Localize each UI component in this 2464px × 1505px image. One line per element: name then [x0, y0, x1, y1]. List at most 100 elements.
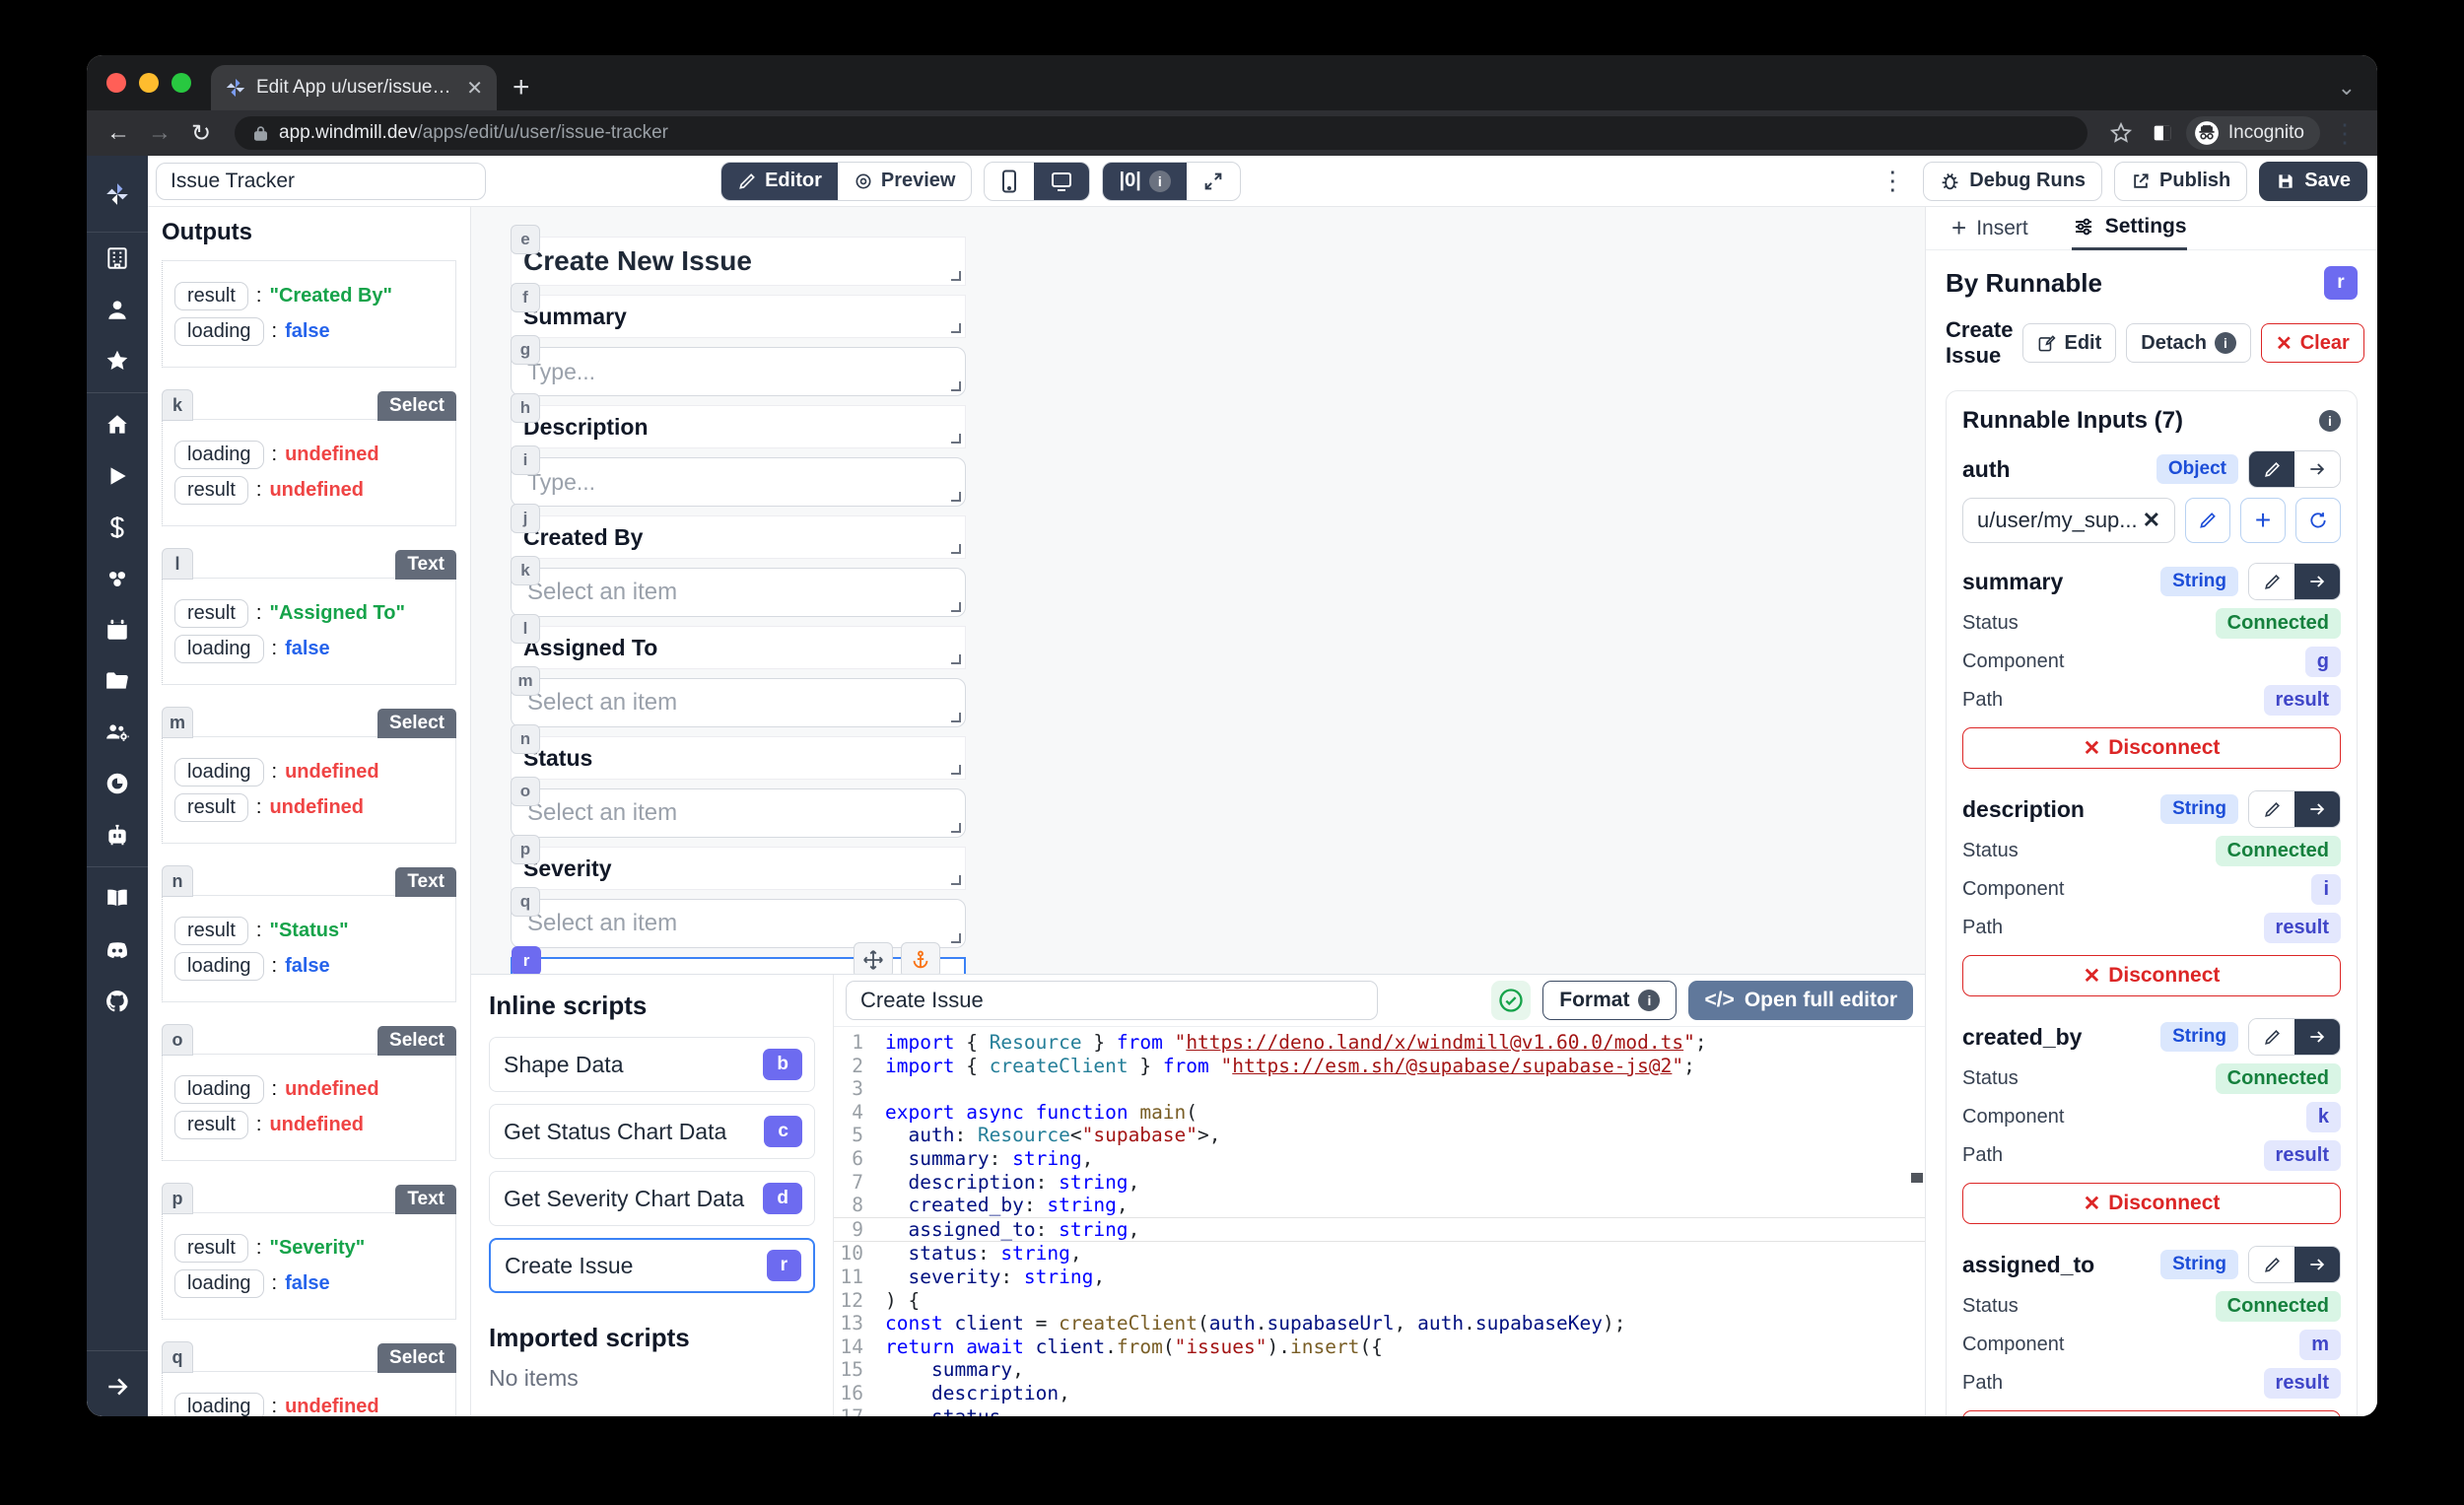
component-id-badge[interactable]: k: [511, 556, 540, 585]
sidebar-item-play[interactable]: [87, 450, 148, 502]
select-component[interactable]: kSelect an item: [511, 568, 966, 617]
component-id-badge[interactable]: i: [511, 445, 540, 475]
output-component-id[interactable]: q: [162, 1341, 193, 1373]
side-panel-icon[interactable]: [2145, 122, 2180, 144]
sidebar-item-user-group-gear[interactable]: [87, 707, 148, 758]
maximize-window-icon[interactable]: [171, 73, 191, 93]
edit-resource-button[interactable]: [2185, 498, 2230, 543]
resize-handle[interactable]: [951, 434, 961, 444]
disconnect-button[interactable]: ✕Disconnect: [1962, 727, 2341, 769]
inline-script-item[interactable]: Get Status Chart Datac: [489, 1104, 815, 1159]
minimize-window-icon[interactable]: [139, 73, 159, 93]
back-icon[interactable]: ←: [101, 119, 136, 147]
code-line[interactable]: 1import { Resource } from "https://deno.…: [834, 1031, 1925, 1055]
code-line[interactable]: 17 status,: [834, 1405, 1925, 1417]
output-entry[interactable]: loading:false: [174, 635, 444, 663]
output-entry[interactable]: result:undefined: [174, 793, 444, 822]
publish-button[interactable]: Publish: [2114, 162, 2247, 201]
output-component-id[interactable]: p: [162, 1183, 193, 1214]
resize-handle[interactable]: [951, 654, 961, 664]
app-name-input[interactable]: [156, 163, 486, 200]
connect-mode-button[interactable]: [2294, 1247, 2340, 1282]
open-full-editor-button[interactable]: </> Open full editor: [1688, 981, 1913, 1020]
refresh-resource-button[interactable]: [2295, 498, 2341, 543]
resize-handle[interactable]: [951, 323, 961, 333]
disconnect-button[interactable]: ✕Disconnect: [1962, 955, 2341, 996]
desktop-view-button[interactable]: [1034, 163, 1089, 200]
static-mode-button[interactable]: [2249, 564, 2294, 599]
code-line[interactable]: 14return await client.from("issues").ins…: [834, 1335, 1925, 1359]
resize-handle[interactable]: [951, 933, 961, 943]
output-entry[interactable]: result:"Status": [174, 917, 444, 945]
component-id-badge[interactable]: m: [511, 666, 540, 696]
resize-handle[interactable]: [951, 544, 961, 554]
new-tab-icon[interactable]: +: [513, 73, 530, 103]
output-entry[interactable]: result:"Created By": [174, 282, 444, 310]
label-component[interactable]: jCreated By: [511, 515, 966, 559]
output-entry[interactable]: loading:undefined: [174, 1075, 444, 1104]
output-component-id[interactable]: n: [162, 865, 193, 897]
resize-handle[interactable]: [951, 381, 961, 391]
code-line[interactable]: 5 auth: Resource<"supabase">,: [834, 1124, 1925, 1147]
disconnect-button[interactable]: ✕Disconnect: [1962, 1410, 2341, 1416]
select-component[interactable]: qSelect an item: [511, 899, 966, 948]
save-button[interactable]: Save: [2259, 162, 2367, 201]
alignment-button[interactable]: |0| i: [1103, 163, 1186, 200]
close-tab-icon[interactable]: ✕: [466, 76, 483, 101]
component-id-badge[interactable]: h: [511, 393, 540, 423]
label-component[interactable]: pSeverity: [511, 847, 966, 890]
resize-handle[interactable]: [951, 602, 961, 612]
sidebar-item-folder[interactable]: [87, 655, 148, 707]
code-area[interactable]: 1import { Resource } from "https://deno.…: [834, 1026, 1925, 1416]
component-id-badge[interactable]: n: [511, 724, 540, 754]
reload-icon[interactable]: ↻: [183, 119, 219, 148]
bookmark-star-icon[interactable]: [2103, 121, 2139, 145]
add-resource-button[interactable]: +: [2240, 498, 2286, 543]
component-id-badge[interactable]: q: [511, 887, 540, 917]
move-handle[interactable]: [854, 942, 893, 974]
browser-tab[interactable]: Edit App u/user/issue-tracker | ✕: [211, 65, 497, 110]
sidebar-item-calendar[interactable]: [87, 604, 148, 655]
connect-mode-button[interactable]: [2294, 1019, 2340, 1055]
output-component-id[interactable]: l: [162, 548, 193, 580]
output-entry[interactable]: loading:undefined: [174, 758, 444, 787]
editor-scrollbar[interactable]: [1911, 1173, 1923, 1183]
component-id-badge[interactable]: o: [511, 777, 540, 806]
resize-handle[interactable]: [951, 492, 961, 502]
sidebar-item-discord[interactable]: [87, 924, 148, 976]
output-entry[interactable]: result:"Severity": [174, 1234, 444, 1263]
connect-mode-button[interactable]: [2294, 451, 2340, 487]
url-bar[interactable]: app.windmill.dev/apps/edit/u/user/issue-…: [235, 116, 2088, 150]
resource-picker-input[interactable]: u/user/my_sup...✕: [1962, 498, 2175, 543]
inline-script-item[interactable]: Get Severity Chart Datad: [489, 1171, 815, 1226]
component-id-badge[interactable]: g: [511, 335, 540, 365]
forward-icon[interactable]: →: [142, 119, 177, 147]
code-line[interactable]: 8 created_by: string,: [834, 1194, 1925, 1217]
tab-search-chevron-icon[interactable]: ⌄: [2338, 75, 2377, 110]
editor-mode-button[interactable]: Editor: [721, 163, 838, 200]
code-line[interactable]: 2import { createClient } from "https://e…: [834, 1055, 1925, 1078]
sidebar-item-eye[interactable]: [87, 758, 148, 809]
app-canvas[interactable]: eCreate New IssuefSummarygType...hDescri…: [471, 207, 1925, 974]
output-entry[interactable]: loading:false: [174, 1269, 444, 1298]
static-mode-button[interactable]: [2249, 451, 2294, 487]
sidebar-item-dollar[interactable]: [87, 502, 148, 553]
button-component-selected[interactable]: r Create Issue: [511, 957, 966, 974]
resize-handle[interactable]: [951, 875, 961, 885]
resize-handle[interactable]: [951, 823, 961, 833]
label-component[interactable]: fSummary: [511, 295, 966, 338]
output-component-id[interactable]: k: [162, 389, 193, 421]
preview-mode-button[interactable]: Preview: [838, 163, 972, 200]
component-id-badge[interactable]: r: [512, 946, 541, 974]
label-component[interactable]: lAssigned To: [511, 626, 966, 669]
anchor-icon[interactable]: [901, 942, 940, 974]
mobile-view-button[interactable]: [985, 163, 1034, 200]
output-entry[interactable]: result:"Assigned To": [174, 599, 444, 628]
sidebar-item-building[interactable]: [87, 233, 148, 284]
close-window-icon[interactable]: [106, 73, 126, 93]
collapse-sidebar-button[interactable]: [87, 1357, 148, 1416]
title-component[interactable]: eCreate New Issue: [511, 237, 966, 286]
select-component[interactable]: oSelect an item: [511, 788, 966, 838]
select-component[interactable]: mSelect an item: [511, 678, 966, 727]
sidebar-item-home[interactable]: [87, 399, 148, 450]
